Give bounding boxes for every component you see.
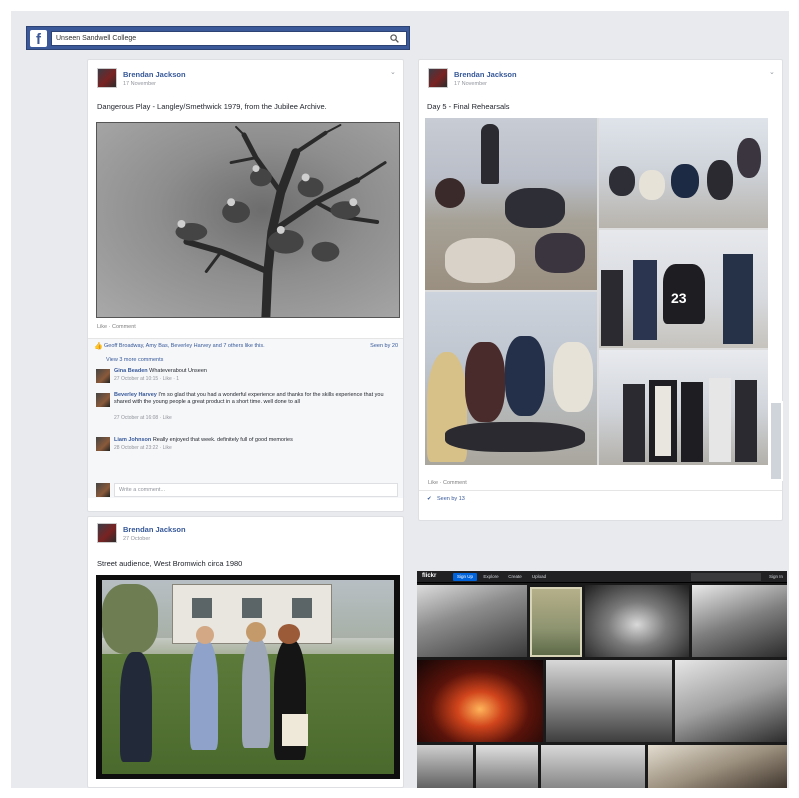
author-avatar[interactable] (97, 523, 117, 543)
post-text: Street audience, West Bromwich circa 198… (97, 559, 243, 568)
flickr-create-link[interactable]: Create (505, 573, 525, 581)
flickr-photostream: flickr Sign Up Explore Create Upload Sig… (417, 571, 787, 788)
seen-row: ✔ Seen by 13 (419, 490, 782, 507)
flickr-photo[interactable] (648, 745, 787, 788)
likes-text[interactable]: Geoff Broadway, Amy Bas, Beverley Harvey… (104, 343, 265, 349)
comment-avatar[interactable] (96, 437, 110, 451)
flickr-photo[interactable] (417, 585, 527, 657)
post-card-dangerous-play: Brendan Jackson 17 November ⌄ Dangerous … (87, 59, 404, 512)
comment-text: Whateverabout Unseen (149, 368, 207, 374)
comment-text: Really enjoyed that week. definitely ful… (152, 437, 293, 443)
comment-meta[interactable]: 28 October at 23:22 · Like (114, 445, 172, 451)
flickr-photo[interactable] (692, 585, 787, 657)
current-user-avatar (96, 483, 110, 497)
tree-figures-illustration (175, 123, 387, 317)
flickr-signup-button[interactable]: Sign Up (453, 573, 477, 581)
comment-meta[interactable]: 27 October at 10:15 · Like · 1 (114, 376, 179, 382)
flickr-photo[interactable] (546, 660, 672, 742)
collage-photo[interactable]: 23 (599, 230, 768, 348)
post-actions[interactable]: Like · Comment (428, 480, 467, 486)
flickr-signin-link[interactable]: Sign In (769, 574, 783, 579)
post-text: Day 5 - Final Rehearsals (427, 102, 510, 111)
likes-summary-row: 👍 Geoff Broadway, Amy Bas, Beverley Harv… (88, 338, 403, 353)
search-query: Unseen Sandwell College (56, 35, 137, 42)
collage-photo[interactable] (425, 118, 597, 290)
facebook-logo-icon[interactable]: f (30, 30, 47, 48)
post-date[interactable]: 17 November (123, 81, 156, 87)
comment: Beverley Harvey I'm so glad that you had… (114, 392, 394, 406)
comment: Gina Beaden Whateverabout Unseen (114, 368, 394, 375)
comment-input[interactable]: Write a comment... (114, 483, 398, 497)
flickr-nav-bar: flickr Sign Up Explore Create Upload Sig… (417, 571, 787, 583)
flickr-photo[interactable] (417, 660, 543, 742)
comments-section: View 3 more comments Gina Beaden Whateve… (88, 353, 403, 498)
flickr-photo[interactable] (476, 745, 538, 788)
post-card-final-rehearsals: Brendan Jackson 17 November ⌄ Day 5 - Fi… (418, 59, 783, 521)
comment-avatar[interactable] (96, 369, 110, 383)
author-name[interactable]: Brendan Jackson (123, 525, 186, 534)
post-card-street-audience: Brendan Jackson 27 October Street audien… (87, 516, 404, 788)
flickr-search-input[interactable] (691, 573, 761, 581)
comment-author[interactable]: Liam Johnson (114, 437, 151, 443)
comment-author[interactable]: Beverley Harvey (114, 392, 157, 398)
photo-collage[interactable]: 23 (425, 118, 768, 465)
flickr-photo[interactable] (530, 587, 582, 657)
post-photo-street-audience[interactable] (96, 575, 400, 779)
flickr-logo[interactable]: flickr (422, 573, 436, 579)
like-thumb-icon: 👍 (94, 343, 103, 350)
search-icon[interactable] (390, 34, 399, 43)
post-photo-tree[interactable] (96, 122, 400, 318)
seen-by-count[interactable]: Seen by 20 (370, 343, 398, 349)
flickr-photo[interactable] (585, 585, 689, 657)
checkmark-icon: ✔ (427, 496, 432, 502)
collage-photo[interactable] (599, 350, 768, 465)
comment: Liam Johnson Really enjoyed that week. d… (114, 437, 394, 444)
author-avatar[interactable] (97, 68, 117, 88)
collage-photo[interactable] (425, 292, 597, 465)
flickr-upload-link[interactable]: Upload (529, 573, 549, 581)
collage-photo[interactable] (599, 118, 768, 228)
post-text: Dangerous Play - Langley/Smethwick 1979,… (97, 102, 327, 111)
post-options-chevron-down-icon[interactable]: ⌄ (769, 68, 775, 76)
comment-meta[interactable]: 27 October at 16:08 · Like (114, 415, 172, 421)
flickr-photo[interactable] (417, 745, 473, 788)
post-date[interactable]: 27 October (123, 536, 150, 542)
flickr-photo[interactable] (675, 660, 787, 742)
view-more-comments-link[interactable]: View 3 more comments (106, 357, 163, 363)
flickr-explore-link[interactable]: Explore (481, 573, 501, 581)
screenshot-frame: f Unseen Sandwell College Brendan Jackso… (11, 11, 789, 788)
post-date[interactable]: 17 November (454, 81, 487, 87)
post-actions[interactable]: Like · Comment (97, 324, 136, 330)
author-name[interactable]: Brendan Jackson (454, 70, 517, 79)
jersey-number: 23 (671, 290, 687, 306)
post-options-chevron-down-icon[interactable]: ⌄ (390, 68, 396, 76)
author-name[interactable]: Brendan Jackson (123, 70, 186, 79)
search-input[interactable]: Unseen Sandwell College (51, 31, 407, 46)
flickr-photo[interactable] (541, 745, 645, 788)
facebook-top-bar: f Unseen Sandwell College (26, 26, 410, 50)
collage-overflow-strip[interactable] (769, 401, 783, 481)
street-scene-illustration (102, 580, 394, 774)
comment-author[interactable]: Gina Beaden (114, 368, 148, 374)
author-avatar[interactable] (428, 68, 448, 88)
comment-avatar[interactable] (96, 393, 110, 407)
seen-by-count[interactable]: Seen by 13 (437, 496, 465, 502)
